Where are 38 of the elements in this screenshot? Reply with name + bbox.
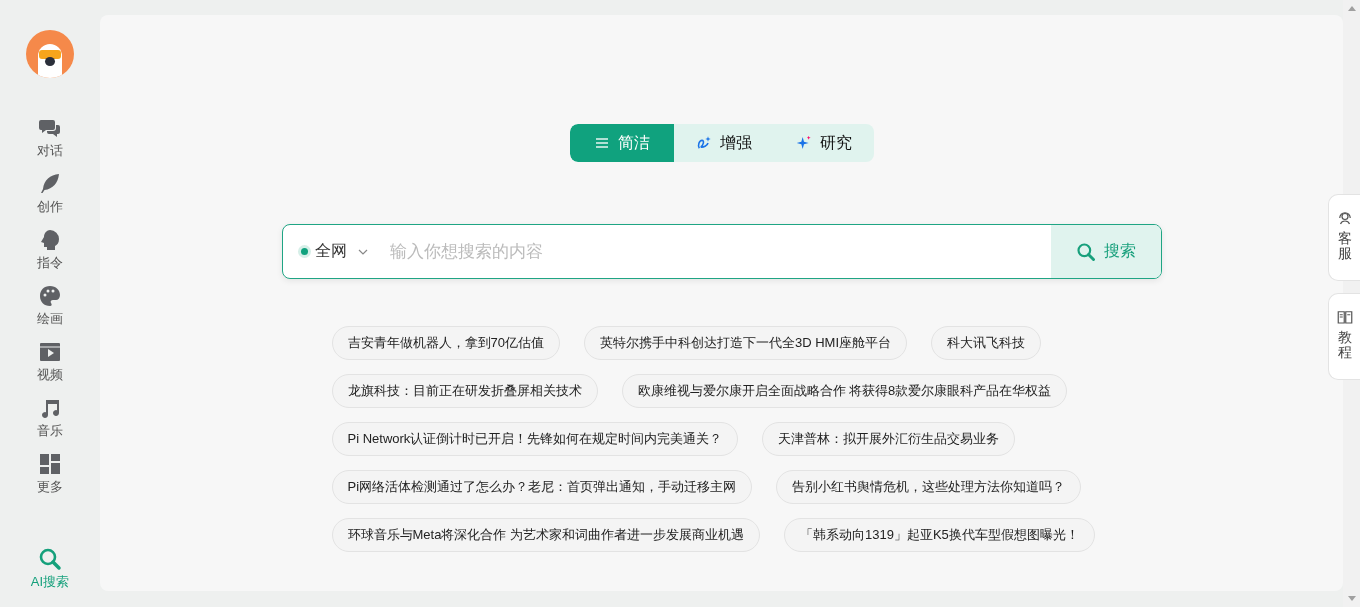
video-clapper-icon xyxy=(38,340,62,364)
chevron-down-icon xyxy=(357,248,368,255)
sidebar-item[interactable]: 绘画 xyxy=(20,284,80,328)
floating-button[interactable]: 客服 xyxy=(1328,194,1360,281)
suggestion-chip[interactable]: 天津普林：拟开展外汇衍生品交易业务 xyxy=(762,422,1016,456)
open-book-icon xyxy=(1335,308,1354,326)
suggestion-chip[interactable]: 「韩系动向1319」起亚K5换代车型假想图曝光！ xyxy=(784,518,1095,552)
head-profile-icon xyxy=(38,228,62,252)
feather-icon xyxy=(38,172,62,196)
sidebar-item[interactable]: 创作 xyxy=(20,172,80,216)
search-icon xyxy=(38,547,62,571)
mode-tab[interactable]: 增强 xyxy=(673,124,774,162)
sidebar-item[interactable]: 音乐 xyxy=(20,396,80,440)
search-field[interactable]: 全网 输入你想搜索的内容 搜索 xyxy=(281,224,1162,279)
search-icon xyxy=(1075,241,1096,262)
status-dot-icon xyxy=(300,248,308,255)
mascot-avatar xyxy=(26,30,74,78)
suggestion-chip[interactable]: 环球音乐与Meta将深化合作 为艺术家和词曲作者进一步发展商业机遇 xyxy=(331,518,760,552)
scope-dropdown[interactable]: 全网 xyxy=(282,241,382,262)
sidebar-item[interactable]: 对话 xyxy=(20,116,80,160)
suggestion-chip[interactable]: 英特尔携手中科创达打造下一代全3D HMI座舱平台 xyxy=(583,326,908,360)
suggestion-chip[interactable]: 科大讯飞科技 xyxy=(931,326,1042,360)
mode-tab[interactable]: 研究 xyxy=(773,124,874,162)
suggestion-chip[interactable]: 龙旗科技：目前正在研发折叠屏相关技术 xyxy=(331,374,598,408)
loop-sparkle-icon xyxy=(695,135,712,151)
suggestion-chip[interactable]: Pi Network认证倒计时已开启！先锋如何在规定时间内完美通关？ xyxy=(331,422,739,456)
suggestion-chip[interactable]: Pi网络活体检测通过了怎么办？老尼：首页弹出通知，手动迁移主网 xyxy=(331,470,753,504)
sidebar-item[interactable]: 视频 xyxy=(20,340,80,384)
suggestion-chip[interactable]: 欧康维视与爱尔康开启全面战略合作 将获得8款爱尔康眼科产品在华权益 xyxy=(621,374,1068,408)
suggestion-chip[interactable]: 告别小红书舆情危机，这些处理方法你知道吗？ xyxy=(776,470,1082,504)
sidebar-item[interactable]: 指令 xyxy=(20,228,80,272)
floating-button[interactable]: 教程 xyxy=(1328,293,1360,380)
sidebar-item[interactable]: 更多 xyxy=(20,452,80,496)
layout-grid-icon xyxy=(38,452,62,476)
palette-icon xyxy=(38,284,62,308)
suggestion-chip[interactable]: 吉安青年做机器人，拿到70亿估值 xyxy=(331,326,560,360)
list-icon xyxy=(593,135,610,151)
sparkle-icon xyxy=(795,135,812,151)
